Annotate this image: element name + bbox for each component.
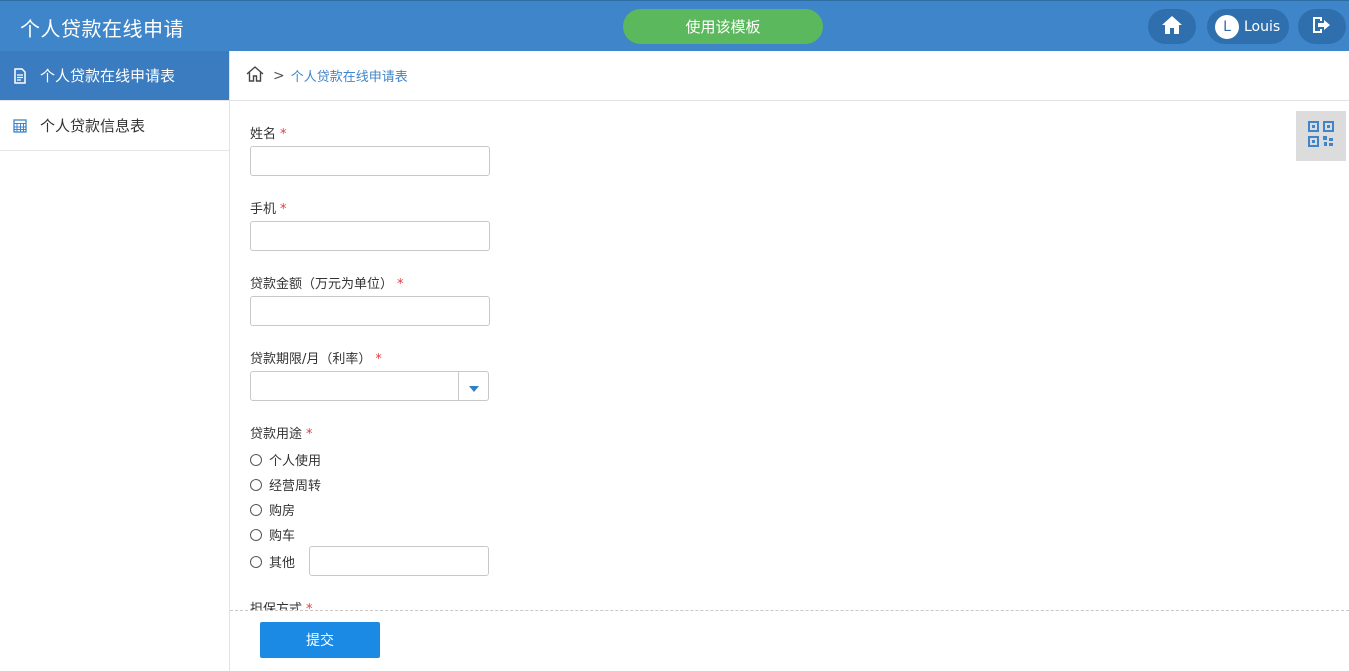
name-label: 姓名 * [250, 127, 287, 142]
name-input[interactable] [250, 146, 490, 176]
purpose-other-input[interactable] [309, 546, 489, 576]
required-mark: * [280, 127, 287, 142]
purpose-option-business[interactable]: 经营周转 [250, 475, 321, 494]
home-icon[interactable] [245, 65, 265, 87]
purpose-option-house[interactable]: 购房 [250, 500, 295, 519]
loan-amount-input[interactable] [250, 296, 490, 326]
loan-term-select[interactable] [250, 371, 489, 401]
radio-button[interactable] [250, 478, 262, 491]
submit-button[interactable]: 提交 [260, 622, 380, 658]
sidebar: 个人贷款在线申请表 个人贷款信息表 [0, 51, 230, 671]
required-mark: * [306, 602, 313, 610]
required-mark: * [280, 202, 287, 217]
document-icon [12, 67, 28, 84]
required-mark: * [375, 352, 382, 367]
breadcrumb: > 个人贷款在线申请表 [230, 51, 1349, 101]
use-template-button[interactable]: 使用该模板 [623, 9, 823, 44]
table-icon [12, 118, 28, 134]
sidebar-item-info-table[interactable]: 个人贷款信息表 [0, 101, 229, 151]
sidebar-item-label: 个人贷款信息表 [40, 117, 146, 135]
sidebar-item-application-form[interactable]: 个人贷款在线申请表 [0, 51, 229, 101]
radio-button[interactable] [250, 453, 262, 466]
breadcrumb-separator: > [273, 67, 285, 84]
user-name: Louis [1244, 18, 1281, 35]
breadcrumb-current[interactable]: 个人贷款在线申请表 [291, 66, 408, 85]
home-button[interactable] [1148, 9, 1196, 44]
loan-term-label: 贷款期限/月（利率） * [250, 352, 382, 367]
phone-label: 手机 * [250, 202, 287, 217]
home-icon [1161, 15, 1183, 39]
logout-icon [1312, 16, 1332, 38]
guarantee-method-label: 担保方式 * [250, 598, 313, 610]
radio-button[interactable] [250, 503, 262, 516]
logout-button[interactable] [1298, 9, 1346, 44]
required-mark: * [306, 427, 313, 442]
required-mark: * [397, 277, 404, 292]
radio-button[interactable] [250, 555, 262, 568]
radio-button[interactable] [250, 528, 262, 541]
phone-input[interactable] [250, 221, 490, 251]
purpose-option-car[interactable]: 购车 [250, 525, 295, 544]
user-menu-button[interactable]: L Louis [1207, 9, 1289, 44]
purpose-option-other[interactable]: 其他 [250, 552, 295, 571]
sidebar-item-label: 个人贷款在线申请表 [40, 67, 176, 85]
loan-amount-label: 贷款金额（万元为单位） * [250, 277, 404, 292]
avatar: L [1215, 14, 1239, 39]
app-title: 个人贷款在线申请 [20, 17, 184, 41]
loan-purpose-label: 贷款用途 * [250, 427, 313, 442]
loan-application-form: 姓名 * 手机 * 贷款金额（万元为单位） * 贷款期限/月（利率） * 贷款用途 * 个… [250, 101, 1340, 610]
caret-down-icon [468, 377, 479, 396]
purpose-option-personal[interactable]: 个人使用 [250, 450, 321, 469]
dropdown-toggle[interactable] [458, 372, 488, 400]
form-footer: 提交 [230, 610, 1349, 671]
top-bar: 个人贷款在线申请 使用该模板 L Louis [0, 0, 1349, 51]
